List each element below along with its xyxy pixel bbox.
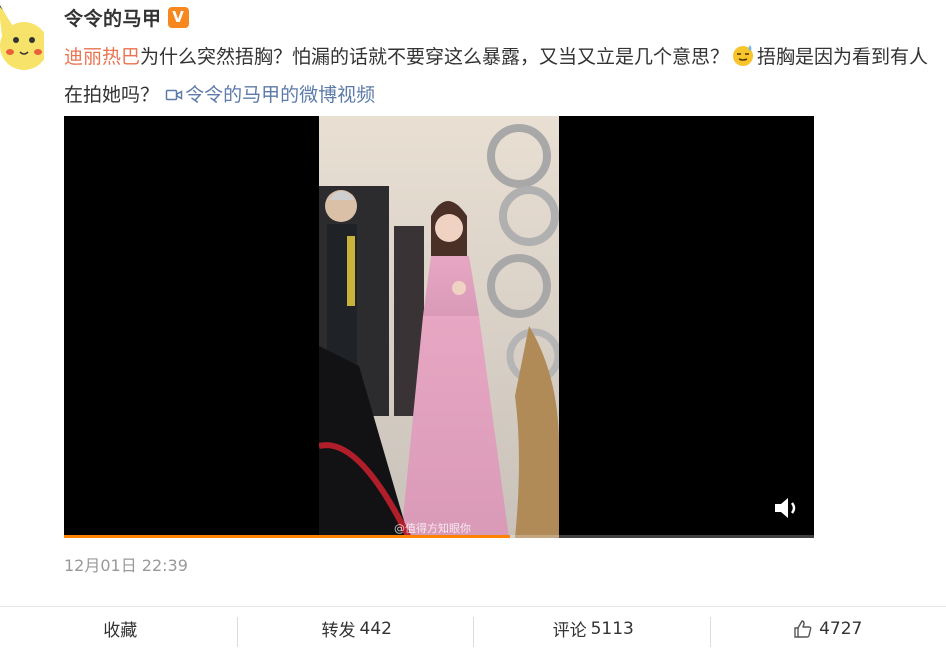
repost-count: 442 bbox=[359, 618, 392, 639]
repost-label: 转发 bbox=[321, 621, 356, 641]
doge-sweat-emoji-icon bbox=[733, 45, 754, 66]
mention-link[interactable]: 迪丽热巴 bbox=[64, 46, 140, 68]
thumbs-up-icon bbox=[794, 619, 812, 638]
like-button[interactable]: 4727 bbox=[709, 607, 946, 650]
post-text: 迪丽热巴为什么突然捂胸？怕漏的话就不要穿这么暴露，又当又立是几个意思？ 捂胸是因… bbox=[64, 38, 934, 114]
volume-icon bbox=[775, 498, 796, 518]
video-camera-icon bbox=[165, 89, 183, 101]
video-link[interactable]: 令令的马甲的微博视频 bbox=[165, 84, 375, 106]
verified-badge-letter: V bbox=[172, 8, 184, 26]
video-link-label[interactable]: 令令的马甲的微博视频 bbox=[185, 84, 375, 106]
repost-button[interactable]: 转发 442 bbox=[236, 607, 474, 650]
comment-count: 5113 bbox=[590, 618, 634, 639]
video-progress-bar[interactable] bbox=[64, 535, 814, 538]
comment-button[interactable]: 评论 5113 bbox=[473, 607, 710, 650]
favorite-button[interactable]: 收藏 bbox=[0, 607, 237, 650]
post-timestamp[interactable]: 12月01日 22:39 bbox=[64, 552, 188, 576]
like-count: 4727 bbox=[819, 618, 863, 639]
video-player[interactable]: @值得方知眼你 bbox=[64, 116, 814, 538]
comment-label: 评论 bbox=[552, 621, 587, 641]
video-watermark: @值得方知眼你 bbox=[394, 522, 471, 535]
post-text-part-1: 为什么突然捂胸？怕漏的话就不要穿这么暴露，又当又立是几个意思？ bbox=[140, 46, 730, 68]
verified-badge-icon: V bbox=[167, 6, 189, 28]
video-progress-fill bbox=[64, 535, 511, 538]
volume-button[interactable] bbox=[772, 494, 802, 522]
video-frame bbox=[319, 116, 559, 538]
author-name[interactable]: 令令的马甲 bbox=[64, 4, 162, 31]
action-bar: 收藏 转发 442 评论 5113 4727 bbox=[0, 607, 946, 650]
avatar[interactable] bbox=[0, 0, 44, 80]
favorite-label: 收藏 bbox=[103, 621, 138, 641]
